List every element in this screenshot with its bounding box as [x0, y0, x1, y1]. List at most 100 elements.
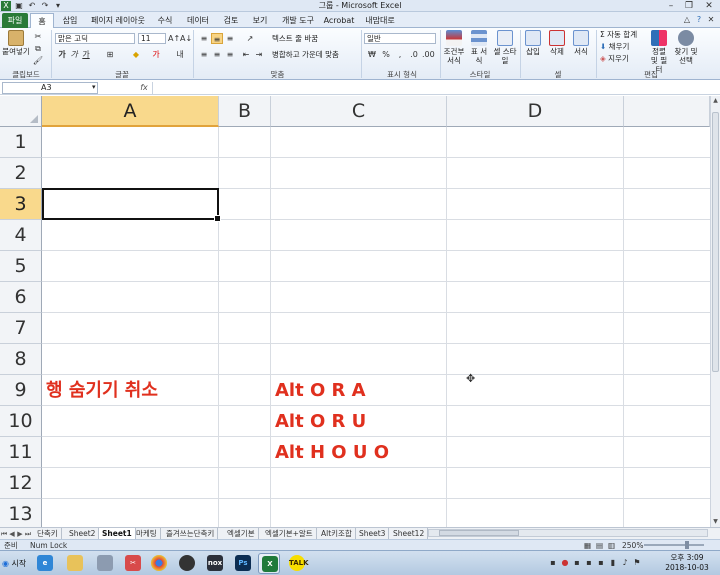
cell-c10[interactable]: Alt O R U: [275, 406, 366, 437]
vertical-scroll-thumb[interactable]: [712, 112, 719, 372]
taskbar-nox[interactable]: nox: [204, 553, 226, 574]
clock[interactable]: 오후 3:09 2018-10-03: [660, 553, 714, 573]
horizontal-scroll-thumb[interactable]: [439, 530, 519, 536]
row-header-11[interactable]: 11: [0, 437, 42, 468]
border-icon[interactable]: ⊞: [104, 49, 116, 60]
taskbar-snipping[interactable]: ✂: [122, 553, 144, 574]
zoom-slider-knob[interactable]: [685, 541, 689, 549]
taskbar-photoshop[interactable]: Ps: [232, 553, 254, 574]
increase-decimal-icon[interactable]: .0: [408, 49, 420, 60]
sheet-tab[interactable]: 엑셀기본+알트: [262, 528, 317, 539]
tray-icon[interactable]: ▪: [572, 558, 582, 568]
name-box[interactable]: A3: [2, 82, 98, 94]
horizontal-scrollbar[interactable]: [428, 529, 708, 537]
wrap-text-button[interactable]: 텍스트 줄 바꿈: [272, 34, 318, 44]
format-cells-button[interactable]: 서식: [570, 30, 592, 56]
tab-acrobat[interactable]: Acrobat: [322, 13, 356, 28]
shrink-font-icon[interactable]: A↓: [180, 33, 192, 44]
taskbar-explorer[interactable]: [64, 553, 86, 574]
row-header-2[interactable]: 2: [0, 158, 42, 189]
minimize-button[interactable]: –: [662, 0, 680, 12]
insert-function-icon[interactable]: fx: [138, 82, 150, 94]
column-header-a[interactable]: A: [42, 96, 219, 127]
tray-icon[interactable]: ●: [560, 558, 570, 568]
tab-insert[interactable]: 삽입: [57, 13, 83, 28]
sheet-tab[interactable]: Alt키조합: [318, 528, 356, 539]
phonetic-icon[interactable]: 내: [174, 49, 186, 60]
scroll-down-icon[interactable]: ▼: [711, 517, 720, 527]
tray-icon[interactable]: ▪: [584, 558, 594, 568]
ribbon-minimize-icon[interactable]: △: [682, 15, 692, 25]
flag-icon[interactable]: ⚑: [632, 558, 642, 568]
sheet-tab[interactable]: Sheet3: [356, 528, 390, 539]
row-header-8[interactable]: 8: [0, 344, 42, 375]
paste-button[interactable]: 붙여넣기: [2, 30, 30, 56]
cell-c9[interactable]: Alt O R A: [275, 375, 366, 406]
underline-icon[interactable]: 가: [80, 49, 92, 60]
restore-button[interactable]: ❐: [680, 0, 698, 12]
sheet-tab[interactable]: 엑셀기본: [224, 528, 259, 539]
tab-review[interactable]: 검토: [218, 13, 244, 28]
sheet-tab[interactable]: 마케팅: [133, 528, 161, 539]
row-header-1[interactable]: 1: [0, 127, 42, 158]
active-cell-a3[interactable]: [42, 188, 221, 222]
italic-icon[interactable]: 가: [68, 49, 80, 60]
taskbar-app[interactable]: [94, 553, 116, 574]
tab-file[interactable]: 파일: [2, 13, 28, 28]
merge-center-button[interactable]: 병합하고 가운데 맞춤: [272, 50, 339, 60]
insert-cells-button[interactable]: 삽입: [522, 30, 544, 56]
taskbar-excel[interactable]: X: [258, 553, 280, 574]
column-header-d[interactable]: D: [447, 96, 624, 127]
workbook-window-controls[interactable]: ✕: [706, 15, 716, 25]
sheet-tab-active[interactable]: Sheet1: [99, 528, 136, 539]
decrease-indent-icon[interactable]: ⇤: [240, 49, 252, 60]
sort-filter-button[interactable]: 정렬 및 필터: [648, 30, 670, 74]
currency-icon[interactable]: ₩: [366, 49, 378, 60]
taskbar-ie[interactable]: e: [34, 553, 56, 574]
row-header-9[interactable]: 9: [0, 375, 42, 406]
align-right-icon[interactable]: ≡: [224, 49, 236, 60]
format-painter-icon[interactable]: 🖌: [32, 55, 44, 66]
cell-a9[interactable]: 행 숨기기 취소: [46, 375, 158, 406]
font-name-select[interactable]: 맑은 고딕: [55, 33, 135, 44]
taskbar-kakaotalk[interactable]: TALK: [286, 553, 309, 574]
row-header-4[interactable]: 4: [0, 220, 42, 251]
format-as-table-button[interactable]: 표 서식: [468, 30, 490, 65]
column-header-e[interactable]: [624, 96, 710, 127]
taskbar-chrome[interactable]: [148, 553, 170, 574]
cut-icon[interactable]: ✂: [32, 31, 44, 42]
help-icon[interactable]: ?: [694, 15, 704, 25]
tab-custom[interactable]: 내맘대로: [360, 13, 400, 28]
comma-icon[interactable]: ,: [394, 49, 406, 60]
align-middle-icon[interactable]: ≡: [211, 33, 223, 44]
clear-button[interactable]: ◈ 지우기: [600, 54, 629, 64]
tab-page-layout[interactable]: 페이지 레이아웃: [88, 13, 148, 28]
font-size-select[interactable]: 11: [138, 33, 166, 44]
name-box-dropdown-icon[interactable]: ▾: [92, 83, 96, 91]
tab-data[interactable]: 데이터: [182, 13, 214, 28]
tab-home[interactable]: 홈: [30, 13, 54, 28]
row-header-3[interactable]: 3: [0, 189, 42, 220]
number-format-select[interactable]: 일반: [364, 33, 436, 44]
row-header-10[interactable]: 10: [0, 406, 42, 437]
bold-icon[interactable]: 가: [56, 49, 68, 60]
conditional-format-button[interactable]: 조건부 서식: [442, 30, 466, 65]
font-color-icon[interactable]: 가: [150, 49, 162, 60]
worksheet-grid[interactable]: A B C D 1 2 3 4 5 6 7 8 9 10 11 12 13 행 …: [0, 96, 710, 527]
volume-icon[interactable]: ♪: [620, 558, 630, 568]
copy-icon[interactable]: ⧉: [32, 43, 44, 54]
orientation-icon[interactable]: ↗: [244, 33, 256, 44]
tab-developer[interactable]: 개발 도구: [276, 13, 320, 28]
sheet-tab[interactable]: 단축키: [34, 528, 62, 539]
align-center-icon[interactable]: ≡: [211, 49, 223, 60]
align-bottom-icon[interactable]: ≡: [224, 33, 236, 44]
cell-styles-button[interactable]: 셀 스타일: [492, 30, 518, 65]
column-header-c[interactable]: C: [271, 96, 447, 127]
row-header-5[interactable]: 5: [0, 251, 42, 282]
zoom-slider[interactable]: [644, 544, 704, 546]
row-header-7[interactable]: 7: [0, 313, 42, 344]
row-header-6[interactable]: 6: [0, 282, 42, 313]
select-all-corner[interactable]: [0, 96, 42, 127]
sheet-tab[interactable]: Sheet12: [390, 528, 429, 539]
align-top-icon[interactable]: ≡: [198, 33, 210, 44]
